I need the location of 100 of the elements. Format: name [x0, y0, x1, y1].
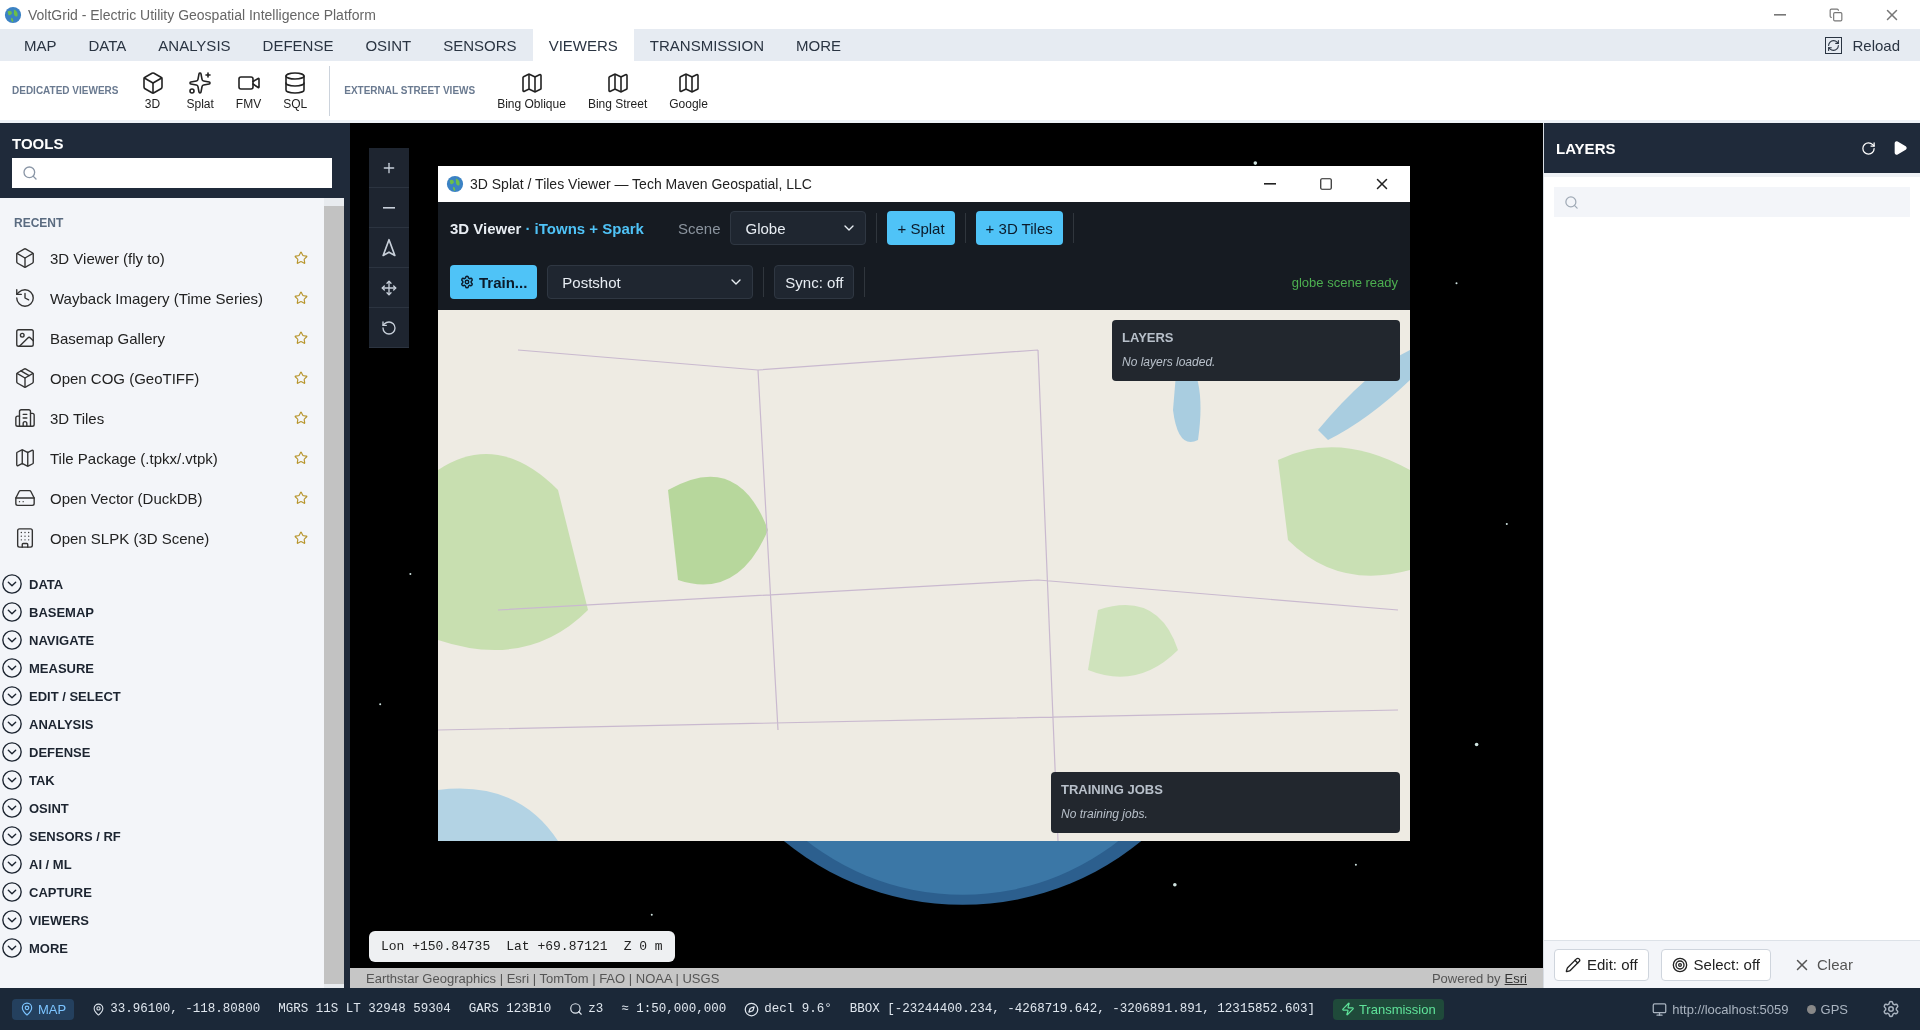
group-label: DEDICATED VIEWERS — [12, 85, 119, 96]
image-icon — [14, 327, 36, 349]
star-icon[interactable] — [294, 451, 308, 465]
tool-item[interactable]: Open SLPK (3D Scene) — [0, 518, 324, 558]
section-header[interactable]: TAK — [0, 766, 324, 794]
section-label: RECENT — [14, 216, 65, 230]
search-icon — [569, 1002, 584, 1016]
bbox-text: BBOX [-23244400.234, -4268719.642, -3206891.891, 12315852.603] — [849, 1002, 1315, 1016]
gps-dot — [1806, 1004, 1816, 1014]
star-icon[interactable] — [294, 411, 308, 425]
search-field[interactable] — [12, 158, 332, 188]
tool-item[interactable]: Basemap Gallery — [0, 318, 324, 358]
drive-icon — [14, 487, 36, 509]
section-header[interactable]: MORE — [0, 934, 324, 962]
refresh-icon — [1825, 36, 1843, 54]
mgrs-text: MGRS 11S LT 32948 59304 — [278, 1002, 451, 1016]
section-header[interactable]: SENSORS / RF — [0, 822, 324, 850]
window-title: VoltGrid - Electric Utility Geospatial Intelligence Platform — [28, 6, 377, 23]
tool-item[interactable]: Open COG (GeoTIFF) — [0, 358, 324, 398]
search-field[interactable] — [1554, 187, 1910, 217]
ribbon-button[interactable]: Google — [661, 70, 716, 111]
search-icon — [1564, 194, 1579, 210]
tool-item[interactable]: 3D Tiles — [0, 398, 324, 438]
clock-icon — [14, 287, 36, 309]
ribbon-button[interactable]: 3D — [132, 70, 173, 111]
sparkle-icon — [188, 70, 213, 95]
group-label: EXTERNAL STREET VIEWS — [344, 85, 476, 96]
compass-icon — [744, 1001, 760, 1017]
monitor-icon — [1652, 1001, 1668, 1017]
menu-tab[interactable]: ANALYSIS — [142, 29, 247, 61]
building-icon — [14, 407, 36, 429]
mode-badge[interactable]: MAP — [12, 998, 75, 1020]
zoom-text: z3 — [588, 1002, 604, 1016]
ribbon-button[interactable]: Bing Street — [579, 70, 656, 111]
section-header[interactable]: AI / ML — [0, 850, 324, 878]
menu-tab[interactable]: TRANSMISSION — [633, 29, 780, 61]
tool-item[interactable]: Open Vector (DuckDB) — [0, 478, 324, 518]
select-button[interactable]: Select: off — [1660, 948, 1772, 981]
server-url: http://localhost:5059 — [1672, 1001, 1789, 1017]
map-icon — [605, 70, 630, 95]
database-icon — [283, 70, 308, 95]
menu-tab[interactable]: OSINT — [349, 29, 428, 61]
minimize-icon — [1774, 13, 1786, 16]
menu-tab[interactable]: VIEWERS — [532, 29, 634, 61]
star-icon[interactable] — [294, 371, 308, 385]
edit-button[interactable]: Edit: off — [1554, 948, 1649, 981]
star-icon[interactable] — [294, 331, 308, 345]
star-icon[interactable] — [294, 251, 308, 265]
star-icon[interactable] — [294, 491, 308, 505]
settings-icon[interactable] — [1882, 1000, 1900, 1018]
section-header[interactable]: NAVIGATE — [0, 626, 324, 654]
section-header[interactable]: DATA — [0, 570, 324, 598]
clear-button[interactable]: Clear — [1783, 948, 1863, 981]
cube-icon — [14, 247, 36, 269]
panel-title: LAYERS — [1556, 139, 1617, 157]
section-header[interactable]: EDIT / SELECT — [0, 682, 324, 710]
tool-item[interactable]: 3D Viewer (fly to) — [0, 238, 324, 278]
section-header[interactable]: CAPTURE — [0, 878, 324, 906]
section-header[interactable]: BASEMAP — [0, 598, 324, 626]
restore-icon — [1829, 7, 1843, 22]
target-icon — [1671, 956, 1688, 973]
tool-item[interactable]: Wayback Imagery (Time Series) — [0, 278, 324, 318]
menu-tab[interactable]: SENSORS — [427, 29, 533, 61]
section-header[interactable]: MEASURE — [0, 654, 324, 682]
pin-icon — [92, 1002, 106, 1016]
play-icon[interactable] — [1892, 140, 1908, 156]
box-icon — [14, 367, 36, 389]
map-icon — [676, 70, 701, 95]
ribbon-button[interactable]: Bing Oblique — [489, 70, 574, 111]
cube-icon — [140, 70, 165, 95]
star-icon[interactable] — [294, 291, 308, 305]
gps-text: GPS — [1820, 1001, 1848, 1017]
menu-tab[interactable]: DEFENSE — [246, 29, 350, 61]
pencil-icon — [1565, 956, 1581, 973]
menu-tab[interactable]: MAP — [8, 29, 73, 61]
ribbon-button[interactable]: Splat — [178, 70, 222, 111]
section-header[interactable]: OSINT — [0, 794, 324, 822]
map-icon — [519, 70, 544, 95]
map-icon — [14, 447, 36, 469]
latlon-text: 33.96100, -118.80800 — [110, 1002, 261, 1016]
section-header[interactable]: ANALYSIS — [0, 710, 324, 738]
refresh-icon[interactable] — [1861, 140, 1876, 156]
panel-title: TOOLS — [12, 135, 65, 152]
layer-badge[interactable]: Transmission — [1332, 998, 1444, 1020]
menu-tab[interactable]: DATA — [72, 29, 143, 61]
reload-button[interactable]: Reload — [1825, 29, 1900, 61]
ribbon-button[interactable]: SQL — [275, 70, 316, 111]
bolt-icon — [1340, 1002, 1355, 1016]
section-header[interactable]: DEFENSE — [0, 738, 324, 766]
pin-icon — [20, 1002, 34, 1016]
building-icon — [14, 527, 36, 549]
menu-tab[interactable]: MORE — [780, 29, 857, 61]
star-icon[interactable] — [294, 531, 308, 545]
gars-text: GARS 123B10 — [468, 1002, 552, 1016]
search-icon — [22, 165, 38, 181]
scrollbar[interactable] — [324, 198, 344, 988]
section-header[interactable]: VIEWERS — [0, 906, 324, 934]
ribbon-button[interactable]: FMV — [227, 70, 270, 111]
tool-item[interactable]: Tile Package (.tpkx/.vtpk) — [0, 438, 324, 478]
scale-text: ≈ 1:50,000,000 — [621, 1002, 727, 1016]
